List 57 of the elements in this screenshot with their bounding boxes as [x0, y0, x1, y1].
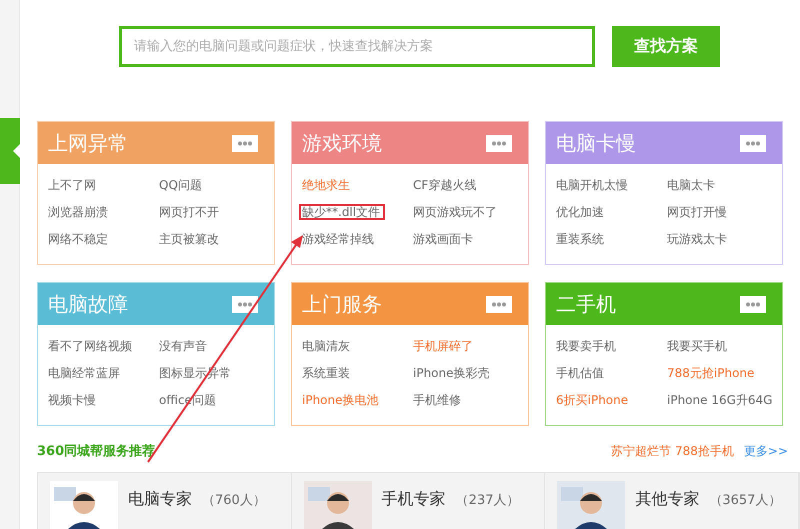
more-icon[interactable] [740, 134, 766, 152]
topic-link[interactable]: 手机维修 [413, 393, 461, 407]
topic-link[interactable]: CF穿越火线 [413, 178, 476, 192]
search-field[interactable]: 请输入您的电脑问题或问题症状，快速查找解决方案 [119, 26, 595, 67]
topic-link[interactable]: 游戏经常掉线 [302, 232, 374, 246]
topic-link[interactable]: 我要买手机 [667, 339, 727, 353]
side-tab[interactable] [0, 118, 20, 184]
more-icon[interactable] [486, 296, 512, 312]
topic-link[interactable]: 没有声音 [159, 339, 207, 353]
topic-link[interactable]: 视频卡慢 [48, 393, 96, 407]
topic-link[interactable]: 电脑太卡 [667, 178, 715, 192]
topic-link[interactable]: iPhone换彩壳 [413, 366, 490, 380]
more-icon[interactable] [232, 296, 258, 312]
card-title: 电脑卡慢 [556, 130, 636, 156]
topic-link[interactable]: 网页打开慢 [667, 205, 727, 219]
card-title: 二手机 [556, 290, 616, 318]
topic-link[interactable]: 手机屏碎了 [413, 339, 473, 353]
topic-link[interactable]: 绝地求生 [302, 178, 350, 192]
topic-link[interactable]: 游戏画面卡 [413, 232, 473, 246]
section-title: 360同城帮服务推荐 [37, 443, 156, 460]
more-icon[interactable] [232, 134, 258, 152]
topic-link[interactable]: 重装系统 [556, 232, 604, 246]
topic-link[interactable]: 电脑开机太慢 [556, 178, 628, 192]
topic-link[interactable]: 网页游戏玩不了 [413, 205, 497, 219]
card-title: 游戏环境 [302, 130, 382, 156]
topic-link[interactable]: 看不了网络视频 [48, 339, 132, 353]
more-link[interactable]: 更多>> [744, 442, 788, 460]
topic-link[interactable]: 电脑清灰 [302, 339, 350, 353]
topic-link[interactable]: 网络不稳定 [48, 232, 108, 246]
topic-link[interactable]: 我要卖手机 [556, 339, 616, 353]
topic-link[interactable]: 电脑经常蓝屏 [48, 366, 120, 380]
topic-link[interactable]: 系统重装 [302, 366, 350, 380]
topic-link[interactable]: 手机估值 [556, 366, 604, 380]
topic-link[interactable]: 上不了网 [48, 178, 96, 192]
more-icon[interactable] [486, 134, 512, 152]
expert-count: （760人） [202, 492, 266, 510]
topic-link[interactable]: iPhone换电池 [302, 393, 379, 407]
promo-link[interactable]: 苏宁超烂节 788抢手机 [611, 442, 734, 460]
more-icon[interactable] [740, 296, 766, 312]
topic-link[interactable]: QQ问题 [159, 178, 202, 192]
topic-link[interactable]: 788元抢iPhone [667, 366, 754, 380]
expert-count: （237人） [456, 492, 520, 510]
topic-link[interactable]: 网页打不开 [159, 205, 219, 219]
topic-link[interactable]: 6折买iPhone [556, 393, 628, 407]
card-title: 电脑故障 [48, 290, 128, 318]
expert-title[interactable]: 手机专家 [382, 489, 446, 529]
expert-title[interactable]: 其他专家 [635, 489, 700, 529]
card-title: 上网异常 [48, 130, 128, 156]
expert-title[interactable]: 电脑专家 [128, 489, 192, 529]
topic-link[interactable]: 浏览器崩溃 [48, 205, 108, 219]
topic-link[interactable]: 主页被篡改 [159, 232, 219, 246]
expert-count: （3657人） [709, 492, 782, 510]
topic-link[interactable]: iPhone 16G升64G [667, 393, 772, 407]
topic-link[interactable]: 缺少**.dll文件 [300, 205, 384, 219]
topic-link[interactable]: 玩游戏太卡 [667, 232, 727, 246]
topic-link[interactable]: 优化加速 [556, 205, 604, 219]
card-title: 上门服务 [302, 290, 382, 318]
